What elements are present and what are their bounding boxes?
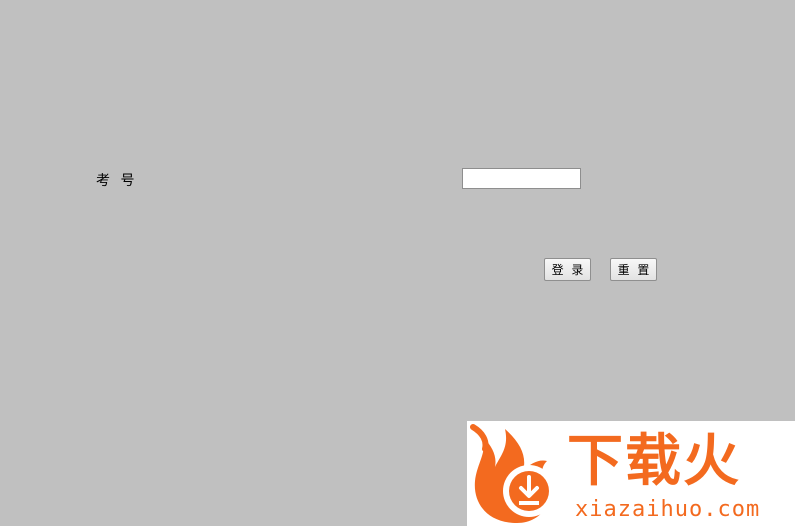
watermark-brand-en: xiazaihuo.com (575, 497, 761, 522)
exam-number-label: 考 号 (96, 173, 138, 189)
exam-number-input[interactable] (462, 168, 581, 189)
reset-button[interactable]: 重 置 (610, 258, 657, 281)
login-button[interactable]: 登 录 (544, 258, 591, 281)
watermark-brand-cn: 下载火 (567, 429, 741, 494)
login-page: 考 号 登 录 重 置 下载火 xiazaihuo.com (0, 0, 795, 526)
flame-download-icon (470, 424, 555, 523)
watermark-banner: 下载火 xiazaihuo.com (467, 421, 795, 526)
